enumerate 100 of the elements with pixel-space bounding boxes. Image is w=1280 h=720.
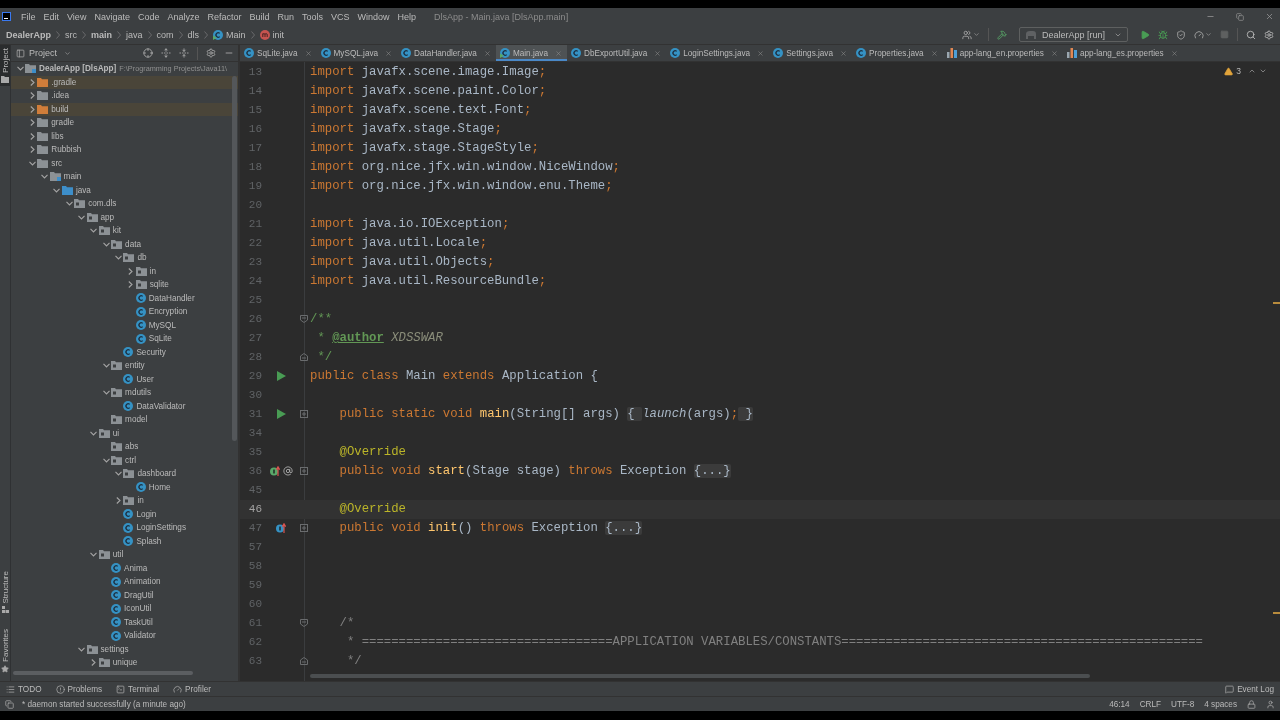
chevron-down-icon[interactable] [90,227,98,235]
settings-icon[interactable] [206,48,216,58]
chevron-right-icon[interactable] [127,267,135,275]
chevron-right-icon[interactable] [90,659,98,667]
editor-tab[interactable]: DataHandler.java [397,45,496,61]
crosshair-icon[interactable] [143,48,153,58]
users-icon[interactable] [961,29,972,40]
tree-item[interactable]: db [137,253,147,263]
editor-tab[interactable]: DbExportUtil.java [566,45,667,61]
close-icon[interactable] [840,49,848,57]
menu-item[interactable]: View [63,10,91,23]
tree-item[interactable]: .idea [51,91,70,101]
chevron-right-icon[interactable] [28,92,36,100]
breadcrumb-item[interactable]: src [65,28,77,41]
copy-icon[interactable] [5,699,14,709]
tree-item[interactable]: Splash [136,536,162,546]
menu-item[interactable]: File [17,10,40,23]
fold-end-icon[interactable] [300,353,308,361]
scrollbar-thumb[interactable] [13,671,193,675]
tree-item[interactable]: ui [112,428,120,438]
menu-item[interactable]: Code [133,10,164,23]
editor-tab[interactable]: MySQL.java [316,45,398,61]
breadcrumb-item[interactable]: main [91,28,113,41]
chevron-up-icon[interactable] [1248,67,1256,75]
hammer-icon[interactable] [996,29,1007,40]
tree-item[interactable]: data [125,239,142,249]
run-configuration-dropdown[interactable]: DealerApp [run] [1018,27,1128,42]
fold-minus-icon[interactable] [300,619,308,627]
breadcrumb-item[interactable]: java [126,28,143,41]
caret-down-icon[interactable] [972,31,980,38]
chevron-down-icon[interactable] [102,389,110,397]
chevron-down-icon[interactable] [28,159,36,167]
chevron-right-icon[interactable] [114,497,122,505]
chevron-down-icon[interactable] [78,645,85,653]
chevron-down-icon[interactable] [78,213,85,221]
menu-item[interactable]: Analyze [163,10,204,23]
editor-tab[interactable]: LoginSettings.java [666,45,770,61]
editor-tab[interactable]: app-lang_es.properties [1062,45,1183,61]
tree-item[interactable]: User [136,374,154,384]
tool-window-tab[interactable]: Favorites [0,626,10,676]
at-sign-icon[interactable] [282,466,293,476]
tree-item[interactable]: kit [112,226,121,236]
run-icon[interactable] [1140,29,1150,40]
editor-tab[interactable]: Properties.java [852,45,943,61]
collapse-all-icon[interactable] [179,48,189,58]
tree-item[interactable]: TaskUtil [124,617,153,627]
tree-item[interactable]: Encryption [148,307,188,317]
tool-window-button[interactable]: TODO [6,684,42,694]
chevron-right-icon[interactable] [28,78,36,86]
breadcrumb-item[interactable]: DealerApp [6,28,51,41]
chevron-down-icon[interactable] [102,456,110,464]
close-icon[interactable] [1170,49,1178,57]
tree-item[interactable]: in [149,266,157,276]
menu-item[interactable]: Tools [298,10,328,23]
chevron-down-icon[interactable] [65,200,73,208]
tree-item[interactable]: main [63,172,82,182]
warning-icon[interactable] [1224,66,1234,76]
tree-item[interactable]: Security [136,347,166,357]
tree-item[interactable]: unique [112,658,138,668]
editor-tab[interactable]: SqLite.java [240,45,317,61]
menu-item[interactable]: Run [273,10,298,23]
tree-item[interactable]: MySQL [148,320,176,330]
override-marker-icon[interactable] [276,523,286,533]
tree-item[interactable]: java [75,185,91,195]
editor-tab[interactable]: app-lang_en.properties [942,45,1063,61]
menu-item[interactable]: Build [245,10,274,23]
tree-item[interactable]: LoginSettings [136,523,186,533]
tree-item[interactable]: IconUtil [124,604,152,614]
tree-item[interactable]: com.dls [88,199,117,209]
warning-count[interactable]: 3 [1236,66,1241,76]
scrollbar-thumb[interactable] [232,76,237,441]
fold-end-icon[interactable] [300,657,308,665]
tree-item[interactable]: app [100,212,115,222]
tool-window-tab[interactable]: Structure [0,567,10,617]
tree-item[interactable]: Login [136,509,157,519]
close-icon[interactable] [483,49,491,57]
tree-item[interactable]: sqlite [149,280,169,290]
tool-window-button[interactable]: Terminal [116,684,160,694]
fold-plus-icon[interactable] [300,467,308,475]
tree-item[interactable]: model [125,415,148,425]
implements-marker-icon[interactable] [269,466,280,476]
debug-icon[interactable] [1158,29,1168,40]
search-icon[interactable] [1246,29,1256,40]
tool-window-button[interactable]: Profiler [173,684,211,694]
project-view-dropdown[interactable]: Project [16,48,71,58]
caret-down-icon[interactable] [1205,31,1212,38]
status-widget[interactable]: 4 spaces [1204,699,1237,709]
settings-icon[interactable] [1264,29,1274,40]
menu-item[interactable]: Window [353,10,394,23]
chevron-down-icon[interactable] [53,186,61,194]
tree-item[interactable]: abs [125,442,139,452]
restore-icon[interactable] [1236,12,1244,21]
tree-item[interactable]: settings [100,644,129,654]
tree-item[interactable]: in [137,496,144,506]
user-icon[interactable] [1266,699,1275,709]
breadcrumb-item[interactable]: Main [213,28,246,41]
chevron-right-icon[interactable] [28,105,36,113]
close-icon[interactable] [930,49,938,57]
gauge-icon[interactable] [1194,29,1204,40]
menu-item[interactable]: Refactor [203,10,246,23]
